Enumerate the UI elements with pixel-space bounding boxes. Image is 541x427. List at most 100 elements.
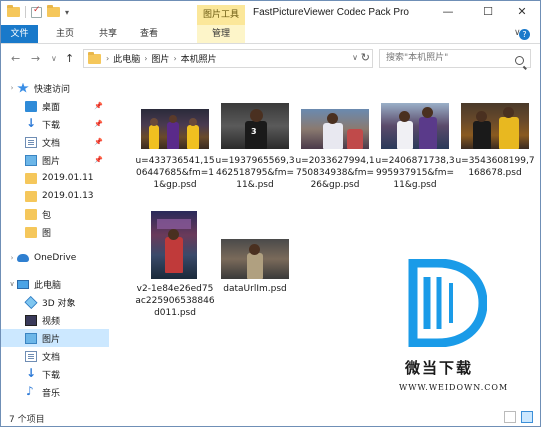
file-thumbnail[interactable]: 3 xyxy=(221,103,289,149)
nav-item[interactable]: › OneDrive xyxy=(1,249,109,267)
details-view-button[interactable] xyxy=(504,411,516,423)
player-figure xyxy=(247,253,263,279)
properties-icon[interactable] xyxy=(31,5,42,18)
navigation-scrollbar[interactable] xyxy=(111,79,117,409)
player-figure xyxy=(473,121,491,149)
pin-icon[interactable]: 📌 xyxy=(94,138,103,146)
player-head xyxy=(503,107,514,118)
file-thumbnail[interactable] xyxy=(151,211,197,279)
refresh-icon[interactable]: ↻ xyxy=(361,51,370,64)
player-head xyxy=(250,109,263,122)
file-thumbnail[interactable] xyxy=(301,109,369,149)
breadcrumb-local-photos[interactable]: 本机照片 xyxy=(181,52,217,65)
desktop-icon xyxy=(25,100,37,112)
navigation-pane: › 快速访问桌面 📌 下载 📌 文档 📌 图片 📌 2019.01.11 2019.01.13 包图 ›… xyxy=(1,79,111,409)
forward-button[interactable]: → xyxy=(31,52,40,65)
nav-item[interactable]: 图片 📌 xyxy=(1,151,109,169)
pin-icon[interactable]: 📌 xyxy=(94,156,103,164)
ribbon-tabs: 文件 主页 共享 查看 管理 ∨ ? xyxy=(1,25,540,44)
file-name[interactable]: u=3543608199,7168678.psd xyxy=(455,155,535,179)
back-button[interactable]: ← xyxy=(11,52,20,65)
file-name[interactable]: u=2406871738,3995937915&fm=11&g.psd xyxy=(375,155,455,191)
new-folder-icon[interactable] xyxy=(47,5,60,17)
nav-item-label: 图 xyxy=(42,228,52,239)
breadcrumb-pictures[interactable]: 图片 xyxy=(151,52,169,65)
large-icons-view-button[interactable] xyxy=(521,411,533,423)
jersey-number: 3 xyxy=(251,127,257,136)
help-icon[interactable]: ? xyxy=(519,29,530,40)
expand-arrow-icon[interactable]: ∨ xyxy=(7,280,17,288)
tab-file[interactable]: 文件 xyxy=(1,25,38,43)
3d-objects-icon xyxy=(24,295,38,309)
star-icon xyxy=(17,82,29,93)
nav-item-label: 快速访问 xyxy=(34,84,71,95)
file-thumbnail[interactable] xyxy=(461,103,529,149)
expand-arrow-icon[interactable]: › xyxy=(7,254,17,262)
address-row: ← → ∨ ↑ › 此电脑 › 图片 › 本机照片 ∨ ↻ 搜索"本机照片" xyxy=(1,45,540,73)
nav-item[interactable]: 桌面 📌 xyxy=(1,97,109,115)
folder-icon xyxy=(88,51,101,64)
tab-manage[interactable]: 管理 xyxy=(197,25,245,43)
tab-view[interactable]: 查看 xyxy=(135,25,163,43)
tab-home[interactable]: 主页 xyxy=(51,25,79,43)
pin-icon[interactable]: 📌 xyxy=(94,120,103,128)
file-thumbnail[interactable] xyxy=(141,109,209,149)
nav-item[interactable]: 下载 📌 xyxy=(1,115,109,133)
file-name[interactable]: dataUrlIm.psd xyxy=(215,283,295,295)
nav-item-label: 文档 xyxy=(42,352,61,363)
nav-item[interactable]: 视频 xyxy=(1,311,109,329)
nav-item[interactable]: 文档 📌 xyxy=(1,133,109,151)
nav-item-label: 音乐 xyxy=(42,388,61,399)
file-thumbnail[interactable] xyxy=(381,103,449,149)
item-count: 7 个项目 xyxy=(9,415,45,425)
nav-item[interactable]: 2019.01.13 xyxy=(1,187,109,205)
video-icon xyxy=(25,314,37,326)
nav-item[interactable]: 2019.01.11 xyxy=(1,169,109,187)
tab-share[interactable]: 共享 xyxy=(94,25,122,43)
recent-locations-button[interactable]: ∨ xyxy=(51,54,57,63)
nav-item-label: 桌面 xyxy=(42,102,61,113)
folder-icon xyxy=(25,208,37,220)
minimize-button[interactable]: — xyxy=(439,5,457,19)
search-input[interactable]: 搜索"本机照片" xyxy=(379,49,531,68)
pin-icon[interactable]: 📌 xyxy=(94,102,103,110)
nav-item[interactable]: 音乐 xyxy=(1,383,109,401)
file-thumbnail[interactable] xyxy=(221,239,289,279)
nav-item[interactable]: 图 xyxy=(1,223,109,241)
nav-item-label: 2019.01.11 xyxy=(42,173,94,183)
nav-item[interactable]: 3D 对象 xyxy=(1,293,109,311)
file-name[interactable]: u=433736541,1506447685&fm=11&gp.psd xyxy=(135,155,215,191)
file-name[interactable]: u=1937965569,3462518795&fm=11&.psd xyxy=(215,155,295,191)
nav-item[interactable]: ∨ 此电脑 xyxy=(1,275,109,293)
close-button[interactable]: ✕ xyxy=(513,5,531,19)
player-figure xyxy=(165,237,183,273)
nav-item-label: 2019.01.13 xyxy=(42,191,94,201)
nav-item[interactable]: 包 xyxy=(1,205,109,223)
breadcrumb-separator: › xyxy=(106,54,110,63)
player-head xyxy=(476,111,487,122)
window-title: FastPictureViewer Codec Pack Pro xyxy=(253,7,409,18)
nav-item-label: 视频 xyxy=(42,316,61,327)
picture-tools-tab[interactable]: 图片工具 xyxy=(197,5,245,25)
nav-item[interactable]: 文档 xyxy=(1,347,109,365)
search-icon[interactable] xyxy=(515,56,524,65)
expand-arrow-icon[interactable]: › xyxy=(7,84,17,92)
breadcrumb-this-pc[interactable]: 此电脑 xyxy=(113,52,140,65)
nav-item[interactable]: 下载 xyxy=(1,365,109,383)
nav-item[interactable]: › 快速访问 xyxy=(1,79,109,97)
breadcrumb-separator: › xyxy=(144,54,148,63)
player-head xyxy=(189,118,197,126)
file-name[interactable]: v2-1e84e26ed75ac225906538846d011.psd xyxy=(135,283,215,319)
player-head xyxy=(168,229,179,240)
nav-item-label: 下载 xyxy=(42,370,61,381)
nav-item-label: 文档 xyxy=(42,138,61,149)
nav-item[interactable]: 图片 xyxy=(1,329,109,347)
up-button[interactable]: ↑ xyxy=(65,52,74,65)
maximize-button[interactable]: ☐ xyxy=(479,5,497,19)
address-dropdown-icon[interactable]: ∨ xyxy=(352,53,358,62)
address-bar[interactable]: › 此电脑 › 图片 › 本机照片 ∨ ↻ xyxy=(83,49,373,68)
folder-icon xyxy=(25,226,37,238)
file-view: u=433736541,1506447685&fm=11&gp.psd 3 u=… xyxy=(119,79,539,409)
file-name[interactable]: u=2033627994,1750834938&fm=26&gp.psd xyxy=(295,155,375,191)
customize-toolbar-icon[interactable]: ▾ xyxy=(65,8,69,17)
